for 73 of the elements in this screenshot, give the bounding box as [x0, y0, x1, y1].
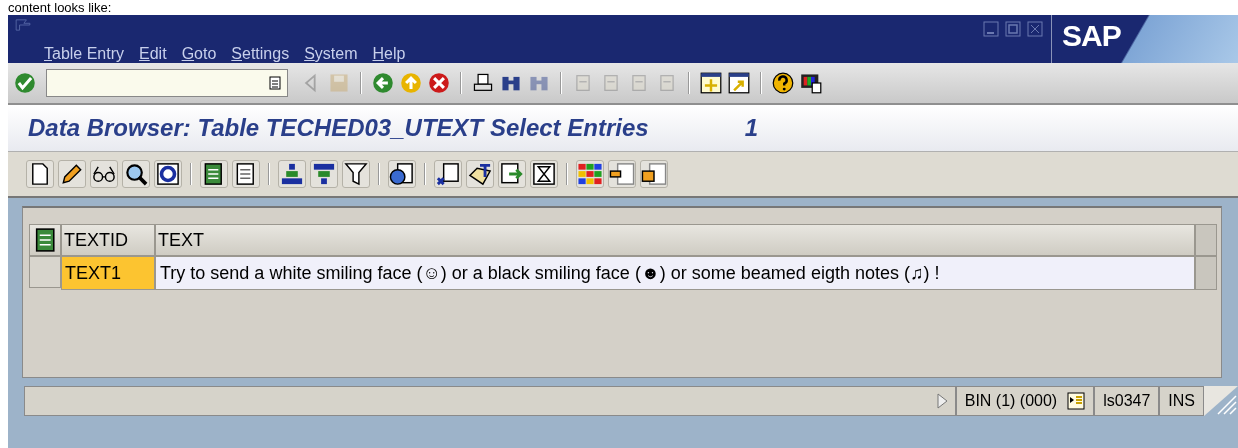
row-filler-cell — [1195, 256, 1217, 290]
hourglass-icon — [531, 161, 557, 187]
table-column-icon — [609, 161, 635, 187]
new-window-button[interactable] — [700, 72, 722, 94]
pyramid-button[interactable] — [278, 160, 306, 188]
select-all-button[interactable] — [200, 160, 228, 188]
spreadsheet-icon — [435, 161, 461, 187]
color-grid-button[interactable] — [576, 160, 604, 188]
refresh-button[interactable] — [154, 160, 182, 188]
command-field[interactable] — [46, 69, 288, 97]
help-icon — [772, 72, 794, 94]
color-grid-icon — [577, 161, 603, 187]
text-icon — [467, 161, 493, 187]
pencil-icon — [59, 161, 85, 187]
table-cell: TEXT1 — [61, 256, 155, 290]
menu-item[interactable]: System — [304, 45, 358, 63]
help-button[interactable] — [772, 72, 794, 94]
server-name: ls0347 — [1094, 386, 1160, 416]
insert-mode: INS — [1159, 386, 1204, 416]
glasses-button[interactable] — [90, 160, 118, 188]
export-button[interactable] — [498, 160, 526, 188]
menu-item[interactable]: Settings — [231, 45, 290, 63]
cancel-icon — [428, 72, 450, 94]
system-text: BIN (1) (000) — [964, 392, 1058, 410]
table-layout-icon — [641, 161, 667, 187]
text-button[interactable] — [466, 160, 494, 188]
table-column-button[interactable] — [608, 160, 636, 188]
pyramid-icon — [279, 161, 305, 187]
inverted-pyramid-icon — [311, 161, 337, 187]
select-all-button[interactable] — [29, 224, 61, 256]
refresh-icon — [155, 161, 181, 187]
screen-title: Data Browser: Table TECHED03_UTEXT Select Entries — [28, 114, 649, 142]
shortcut-icon — [728, 72, 750, 94]
menu-item[interactable]: Table Entry — [44, 45, 125, 63]
table-layout-button[interactable] — [640, 160, 668, 188]
sap-logo: SAP — [1051, 15, 1238, 63]
new-window-icon — [700, 72, 722, 94]
menu-item[interactable]: Help — [372, 45, 406, 63]
caption-text: content looks like: — [7, 0, 112, 15]
menu-item[interactable]: Goto — [181, 45, 217, 63]
magnifier-button[interactable] — [122, 160, 150, 188]
column-header[interactable]: TEXTID — [61, 224, 155, 256]
printer-button[interactable] — [472, 72, 494, 94]
inverted-pyramid-button[interactable] — [310, 160, 338, 188]
pencil-button[interactable] — [58, 160, 86, 188]
hourglass-button[interactable] — [530, 160, 558, 188]
resize-grip-icon[interactable] — [1204, 386, 1238, 416]
table-cell: Try to send a white smiling face (☺) or a black smiling face (☻) or some beamed eigth notes (♫) ! — [155, 256, 1195, 290]
funnel-icon — [343, 161, 369, 187]
details-button[interactable] — [388, 160, 416, 188]
details-icon — [389, 161, 415, 187]
column-header[interactable]: TEXT — [155, 224, 1195, 256]
entry-count: 1 — [744, 114, 758, 142]
check-button[interactable] — [14, 72, 36, 94]
monitor-button[interactable] — [800, 72, 822, 94]
dropdown-icon[interactable] — [269, 76, 281, 90]
monitor-icon — [800, 72, 822, 94]
close-icon[interactable] — [1027, 21, 1043, 37]
printer-icon — [472, 72, 494, 94]
magnifier-icon — [123, 161, 149, 187]
expand-triangle-icon[interactable] — [934, 392, 949, 410]
menu-item[interactable]: Edit — [139, 45, 167, 63]
cancel-button[interactable] — [428, 72, 450, 94]
spreadsheet-button[interactable] — [434, 160, 462, 188]
deselect-all-button[interactable] — [232, 160, 260, 188]
header-filler-cell — [1195, 224, 1217, 256]
blank-page-button[interactable] — [26, 160, 54, 188]
check-icon — [14, 72, 36, 94]
left-arrow-button[interactable] — [372, 72, 394, 94]
list-icon[interactable] — [1067, 392, 1086, 410]
minimize-icon[interactable] — [983, 21, 999, 37]
funnel-button[interactable] — [342, 160, 370, 188]
shortcut-button[interactable] — [728, 72, 750, 94]
